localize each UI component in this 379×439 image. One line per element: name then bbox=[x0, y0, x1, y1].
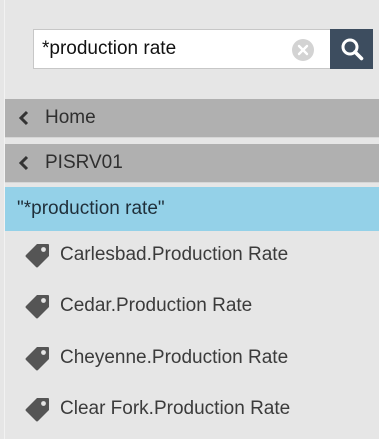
search-panel: Home PISRV01 "*production rate" Carlesba… bbox=[4, 0, 379, 439]
list-item-label: Cheyenne.Production Rate bbox=[60, 347, 289, 368]
list-item[interactable]: Cheyenne.Production Rate bbox=[5, 336, 379, 380]
search-query-row[interactable]: "*production rate" bbox=[5, 187, 379, 231]
list-item[interactable]: Carlesbad.Production Rate bbox=[5, 233, 379, 277]
clear-search-icon[interactable] bbox=[292, 39, 314, 61]
tag-icon bbox=[25, 396, 51, 422]
list-item-label: Carlesbad.Production Rate bbox=[60, 244, 289, 265]
search-input[interactable] bbox=[34, 30, 292, 68]
search-icon bbox=[341, 38, 363, 61]
search-box bbox=[33, 29, 330, 69]
search-query-label: "*production rate" bbox=[17, 198, 165, 219]
tag-icon bbox=[25, 242, 51, 268]
list-item-label: Cedar.Production Rate bbox=[60, 295, 253, 316]
nav-server-label: PISRV01 bbox=[45, 152, 123, 173]
list-item[interactable]: Clear Fork.Production Rate bbox=[5, 387, 379, 431]
list-item[interactable]: Cedar.Production Rate bbox=[5, 284, 379, 328]
tag-icon bbox=[25, 293, 51, 319]
search-button[interactable] bbox=[330, 29, 373, 69]
nav-home-label: Home bbox=[45, 107, 96, 128]
nav-home[interactable]: Home bbox=[5, 99, 379, 138]
search-bar bbox=[33, 29, 373, 69]
list-item-label: Clear Fork.Production Rate bbox=[60, 398, 291, 419]
tag-icon bbox=[25, 345, 51, 371]
chevron-left-icon bbox=[17, 155, 31, 171]
chevron-left-icon bbox=[17, 110, 31, 126]
nav-server[interactable]: PISRV01 bbox=[5, 144, 379, 183]
